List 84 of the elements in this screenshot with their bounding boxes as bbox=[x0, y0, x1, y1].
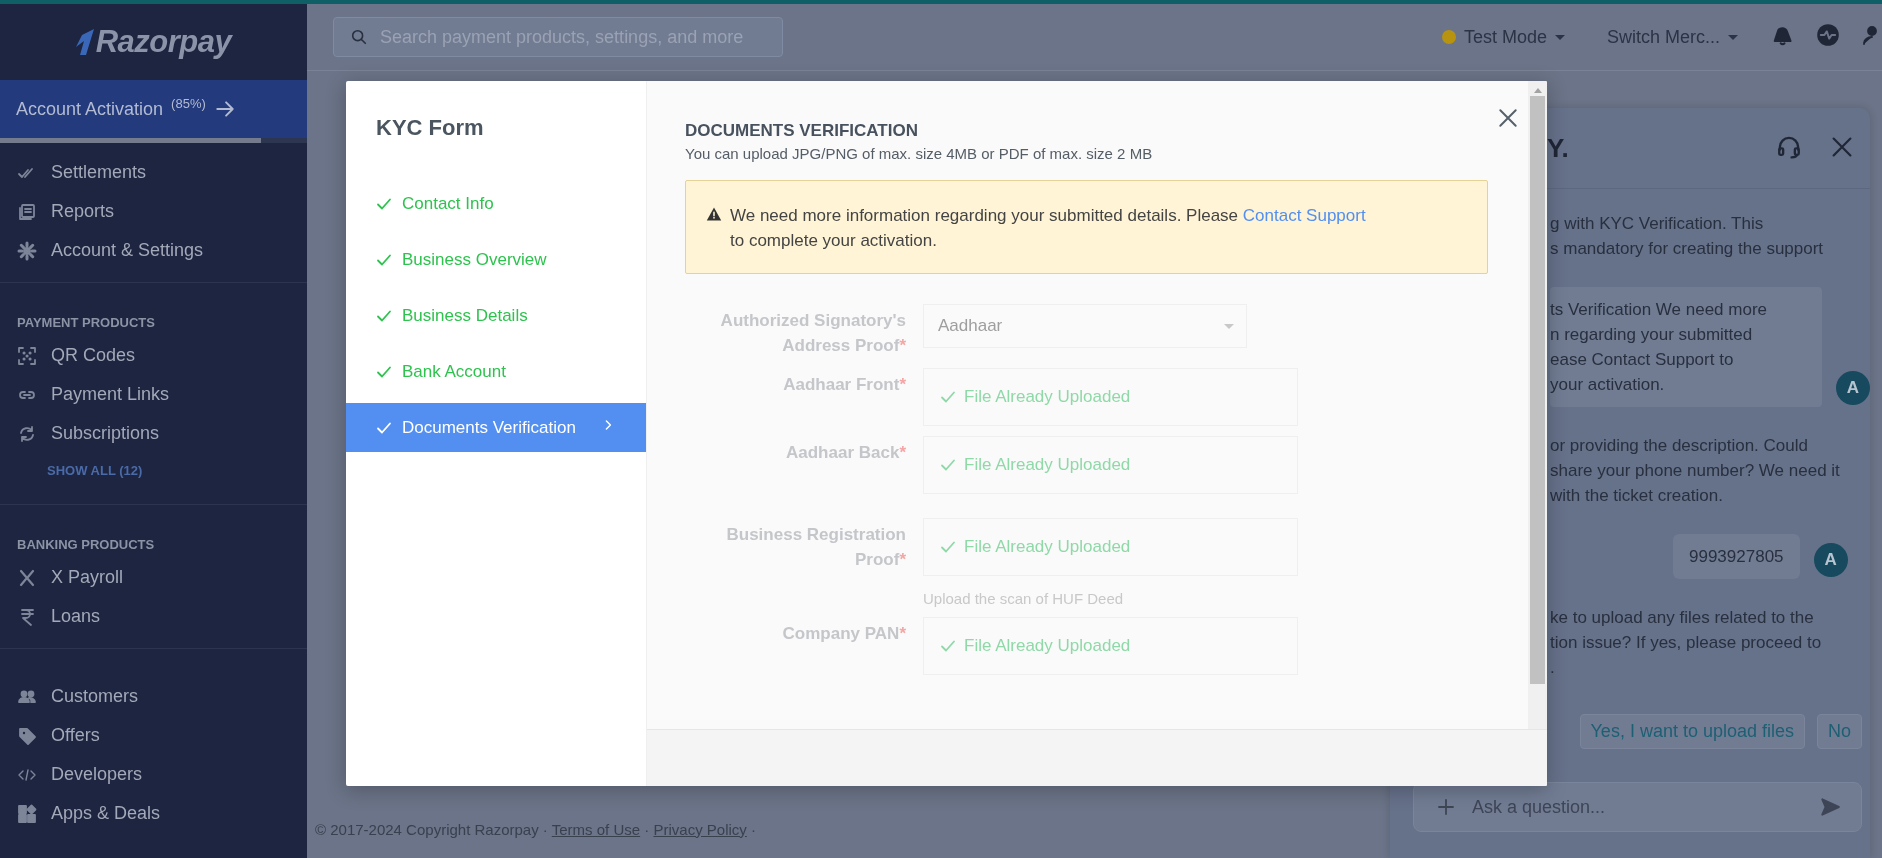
chat-message: ke to upload any files related to the tion issue? If yes, please proceed to . bbox=[1550, 607, 1823, 679]
footer-text: © 2017-2024 Copyright Razorpay · Terms of Use · Privacy Policy · bbox=[315, 820, 756, 838]
footer-link[interactable]: Privacy Policy bbox=[653, 820, 747, 838]
sidebar-item[interactable]: Payment Links bbox=[0, 375, 307, 414]
sidebar-item-label: Account & Settings bbox=[51, 240, 204, 261]
sidebar-item[interactable]: X Payroll bbox=[0, 558, 307, 597]
address-proof-select[interactable]: Aadhaar bbox=[923, 304, 1247, 348]
close-icon bbox=[1497, 107, 1519, 129]
sidebar-item-label: X Payroll bbox=[51, 567, 124, 588]
step-tab[interactable]: Bank Account bbox=[346, 347, 646, 396]
sidebar-item-label: Subscriptions bbox=[51, 423, 160, 444]
upload-status-field[interactable]: File Already Uploaded bbox=[923, 518, 1298, 576]
settings-icon bbox=[17, 240, 37, 261]
sidebar-item[interactable]: Apps & Deals bbox=[0, 794, 307, 833]
sidebar-item[interactable]: Offers bbox=[0, 716, 307, 755]
section-heading: PAYMENT PRODUCTS bbox=[16, 314, 156, 332]
sidebar-item[interactable]: Developers bbox=[0, 755, 307, 794]
close-icon bbox=[1830, 134, 1854, 159]
upload-status-field[interactable]: File Already Uploaded bbox=[923, 436, 1298, 494]
upload-status-field[interactable]: File Already Uploaded bbox=[923, 617, 1298, 675]
chat-title: Y. bbox=[1547, 132, 1569, 164]
x-icon bbox=[17, 567, 37, 588]
show-all-link[interactable]: SHOW ALL (12) bbox=[0, 453, 307, 492]
tag-icon bbox=[17, 725, 37, 746]
logo-mark-icon bbox=[75, 29, 94, 55]
sidebar-item[interactable]: Reports bbox=[0, 192, 307, 231]
account-activation-bar[interactable]: Account Activation (85%) bbox=[0, 80, 307, 138]
chat-message-bubble: ts Verification We need more n regarding your submitted ease Contact Support to your activation. bbox=[1550, 287, 1822, 407]
activation-percent: (85%) bbox=[171, 96, 206, 111]
activation-label: Account Activation bbox=[16, 98, 164, 120]
sidebar-item[interactable]: Account & Settings bbox=[0, 231, 307, 270]
contact-support-link[interactable]: Contact Support bbox=[1242, 206, 1366, 225]
qr-code-icon bbox=[17, 345, 37, 366]
upload-status-field[interactable]: File Already Uploaded bbox=[923, 368, 1298, 426]
avatar: A bbox=[1813, 543, 1848, 577]
modal-title: KYC Form bbox=[375, 115, 485, 142]
chat-input[interactable]: Ask a question... bbox=[1413, 782, 1862, 832]
check-icon bbox=[940, 539, 956, 555]
chat-message: g with KYC Verification. This s mandatory for creating the support bbox=[1550, 213, 1825, 260]
sidebar-item-label: Developers bbox=[51, 764, 143, 785]
sidebar-item[interactable]: Loans bbox=[0, 597, 307, 636]
sidebar-item-label: QR Codes bbox=[51, 345, 136, 366]
plus-icon bbox=[1436, 797, 1456, 817]
scrollbar[interactable] bbox=[1528, 81, 1547, 729]
logo-text: Razorpay bbox=[95, 24, 232, 60]
step-tab[interactable]: Documents Verification bbox=[346, 403, 646, 452]
check-icon bbox=[940, 389, 956, 405]
search-icon bbox=[350, 28, 368, 46]
sidebar-item[interactable]: QR Codes bbox=[0, 336, 307, 375]
sidebar-item-label: Apps & Deals bbox=[51, 803, 161, 824]
warning-icon bbox=[706, 206, 722, 222]
step-tab[interactable]: Business Overview bbox=[346, 235, 646, 284]
quick-reply-button[interactable]: No bbox=[1817, 714, 1862, 749]
refresh-icon bbox=[17, 423, 37, 444]
arrow-right-icon bbox=[213, 98, 236, 120]
chat-input-field[interactable]: Ask a question... bbox=[1470, 795, 1805, 819]
sidebar-item[interactable]: Subscriptions bbox=[0, 414, 307, 453]
chat-message: or providing the description. Could share your phone number? We need it with the ticket creation. bbox=[1550, 435, 1841, 507]
sidebar-item[interactable]: Customers bbox=[0, 677, 307, 716]
user-reply-bubble: 9993927805 bbox=[1673, 534, 1800, 579]
apps-icon bbox=[17, 803, 37, 824]
avatar: A bbox=[1836, 371, 1870, 405]
footer-link[interactable]: Terms of Use bbox=[551, 820, 641, 838]
sidebar-item-label: Loans bbox=[51, 606, 101, 627]
send-icon bbox=[1819, 796, 1841, 818]
switch-merchant-dropdown[interactable]: Switch Merc... bbox=[1596, 26, 1748, 48]
section-title: DOCUMENTS VERIFICATION bbox=[685, 121, 919, 141]
sidebar-item-label: Payment Links bbox=[51, 384, 170, 405]
step-tab[interactable]: Contact Info bbox=[346, 179, 646, 228]
activity-icon bbox=[1816, 23, 1840, 47]
sidebar-item[interactable]: Settlements bbox=[0, 153, 307, 192]
sidebar-item-label: Settlements bbox=[51, 162, 147, 183]
test-mode-dropdown[interactable]: Test Mode bbox=[1431, 26, 1575, 48]
sidebar-item-label: Offers bbox=[51, 725, 100, 746]
sidebar-item-label: Reports bbox=[51, 201, 115, 222]
section-heading: BANKING PRODUCTS bbox=[16, 536, 156, 554]
check-icon bbox=[940, 457, 956, 473]
step-tab[interactable]: Business Details bbox=[346, 291, 646, 340]
sidebar-item-label: Customers bbox=[51, 686, 139, 707]
check-icon bbox=[940, 638, 956, 654]
document-icon bbox=[17, 201, 37, 222]
section-subtitle: You can upload JPG/PNG of max. size 4MB or PDF of max. size 2 MB bbox=[685, 145, 1154, 162]
quick-reply-button[interactable]: Yes, I want to upload files bbox=[1579, 714, 1805, 749]
alert-message: We need more information regarding your submitted details. Please Contact Support to complete your activation. bbox=[730, 205, 1366, 252]
